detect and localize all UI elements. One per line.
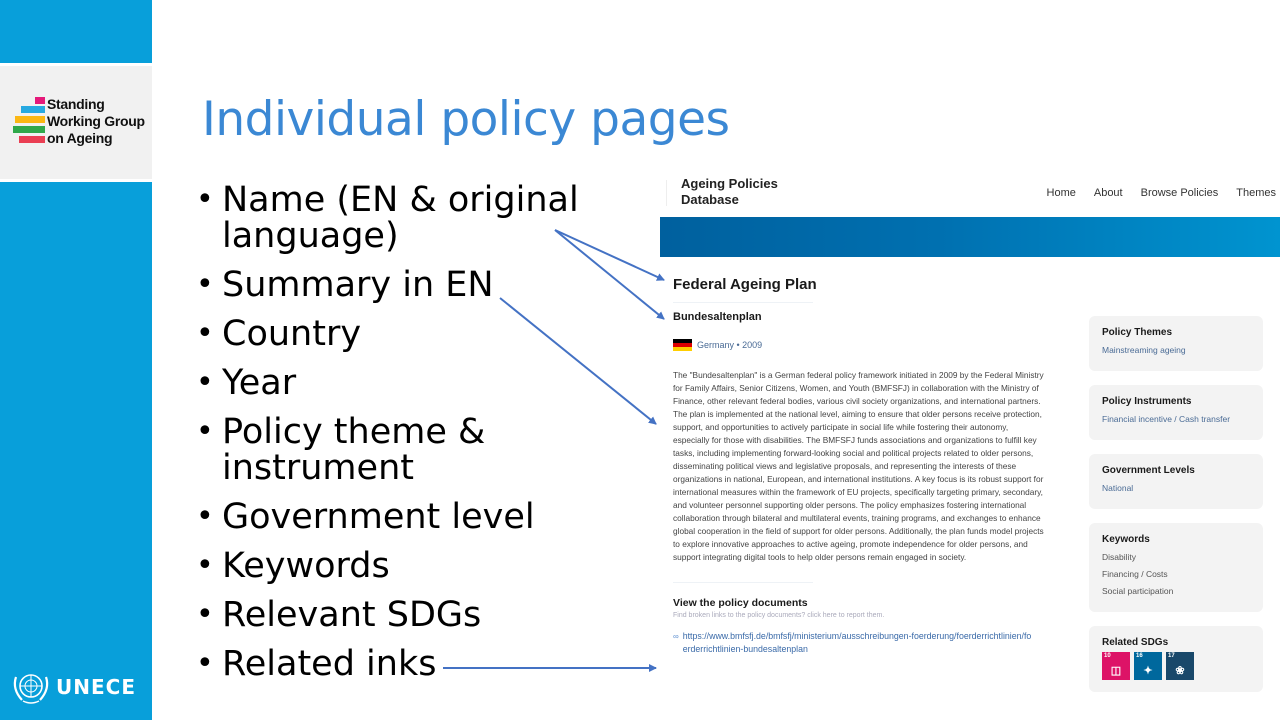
germany-flag-icon	[673, 339, 692, 351]
sidebar-top-band	[0, 0, 152, 63]
sdg-list: 10 ◫ 16 ✦ 17 ❀	[1102, 652, 1250, 680]
nav-themes[interactable]: Themes	[1236, 187, 1276, 199]
logo-line: Working Group	[47, 113, 145, 129]
divider	[673, 582, 813, 583]
policy-meta: Germany • 2009	[673, 339, 1048, 351]
card-title: Government Levels	[1102, 465, 1195, 476]
bullet-item: Related inks	[196, 646, 596, 682]
keywords-card: Keywords Disability Financing / Costs So…	[1089, 523, 1263, 612]
feature-bullet-list: Name (EN & original language) Summary in…	[196, 182, 596, 695]
partnerships-icon: ❀	[1175, 665, 1185, 677]
policy-original-name: Bundesaltenplan	[673, 311, 762, 323]
sdg-16-badge[interactable]: 16 ✦	[1134, 652, 1162, 680]
bullet-item: Policy theme & instrument	[196, 414, 596, 486]
instrument-tag[interactable]: Financial incentive / Cash transfer	[1102, 411, 1250, 428]
sdg-number: 17	[1168, 653, 1175, 659]
un-emblem-icon	[13, 674, 49, 704]
sdg-10-badge[interactable]: 10 ◫	[1102, 652, 1130, 680]
site-brand[interactable]: Ageing Policies Database	[681, 176, 778, 208]
slide-title: Individual policy pages	[202, 92, 730, 147]
swg-logo-icon	[13, 97, 45, 143]
logo-bar	[13, 126, 45, 133]
reduced-inequalities-icon: ◫	[1110, 665, 1122, 677]
website-screenshot: Ageing Policies Database Home About Brow…	[660, 170, 1280, 720]
unece-logo: UNECE	[10, 667, 136, 707]
bullet-item: Name (EN & original language)	[196, 182, 596, 254]
card-title: Policy Themes	[1102, 327, 1173, 338]
report-broken-link[interactable]: Find broken links to the policy document…	[673, 612, 1048, 619]
brand-line: Ageing Policies	[681, 176, 778, 191]
link-icon: ∞	[673, 632, 679, 641]
unece-label: UNECE	[56, 675, 136, 699]
policy-themes-card: Policy Themes Mainstreaming ageing	[1089, 316, 1263, 371]
card-title: Policy Instruments	[1102, 396, 1192, 407]
policy-summary: The "Bundesaltenplan" is a German federa…	[673, 370, 1044, 562]
logo-bar	[21, 106, 45, 113]
keyword-tag[interactable]: Financing / Costs	[1102, 566, 1250, 583]
card-title: Related SDGs	[1102, 637, 1169, 648]
theme-tag[interactable]: Mainstreaming ageing	[1102, 342, 1250, 359]
document-url[interactable]: https://www.bmfsfj.de/bmfsfj/ministerium…	[683, 630, 1033, 656]
policy-document-link[interactable]: ∞ https://www.bmfsfj.de/bmfsfj/ministeri…	[673, 630, 1048, 656]
bullet-item: Country	[196, 316, 596, 352]
logo-bar	[15, 116, 45, 123]
level-tag[interactable]: National	[1102, 480, 1250, 497]
bullet-item: Relevant SDGs	[196, 597, 596, 633]
site-header: Ageing Policies Database Home About Brow…	[660, 170, 1280, 217]
logo-line: on Ageing	[47, 130, 113, 146]
bullet-item: Year	[196, 365, 596, 401]
keyword-tag[interactable]: Social participation	[1102, 583, 1250, 600]
header-divider	[666, 180, 667, 206]
site-banner	[660, 217, 1280, 257]
policy-instruments-card: Policy Instruments Financial incentive /…	[1089, 385, 1263, 440]
site-nav: Home About Browse Policies Themes	[1047, 187, 1276, 199]
bullet-item: Government level	[196, 499, 596, 535]
logo-bar	[35, 97, 45, 104]
nav-about[interactable]: About	[1094, 187, 1123, 199]
nav-home[interactable]: Home	[1047, 187, 1076, 199]
policy-title: Federal Ageing Plan	[673, 276, 817, 293]
sdg-number: 10	[1104, 653, 1111, 659]
logo-line: Standing	[47, 96, 105, 112]
sidebar-bottom-band	[0, 182, 152, 720]
card-title: Keywords	[1102, 534, 1150, 545]
nav-browse-policies[interactable]: Browse Policies	[1141, 187, 1219, 199]
brand-line: Database	[681, 192, 739, 207]
bullet-item: Summary in EN	[196, 267, 596, 303]
related-sdgs-card: Related SDGs 10 ◫ 16 ✦ 17 ❀	[1089, 626, 1263, 692]
sdg-17-badge[interactable]: 17 ❀	[1166, 652, 1194, 680]
policy-main: Federal Ageing Plan Bundesaltenplan Germ…	[673, 270, 1048, 656]
sdg-number: 16	[1136, 653, 1143, 659]
government-levels-card: Government Levels National	[1089, 454, 1263, 509]
divider	[673, 302, 813, 303]
documents-heading: View the policy documents	[673, 597, 808, 609]
policy-sidebar: Policy Themes Mainstreaming ageing Polic…	[1089, 316, 1263, 706]
peace-justice-icon: ✦	[1143, 665, 1153, 677]
logo-bar	[19, 136, 45, 143]
bullet-item: Keywords	[196, 548, 596, 584]
country-year[interactable]: Germany • 2009	[697, 340, 762, 350]
swg-logo-text: Standing Working Group on Ageing	[47, 96, 145, 147]
keyword-tag[interactable]: Disability	[1102, 549, 1250, 566]
